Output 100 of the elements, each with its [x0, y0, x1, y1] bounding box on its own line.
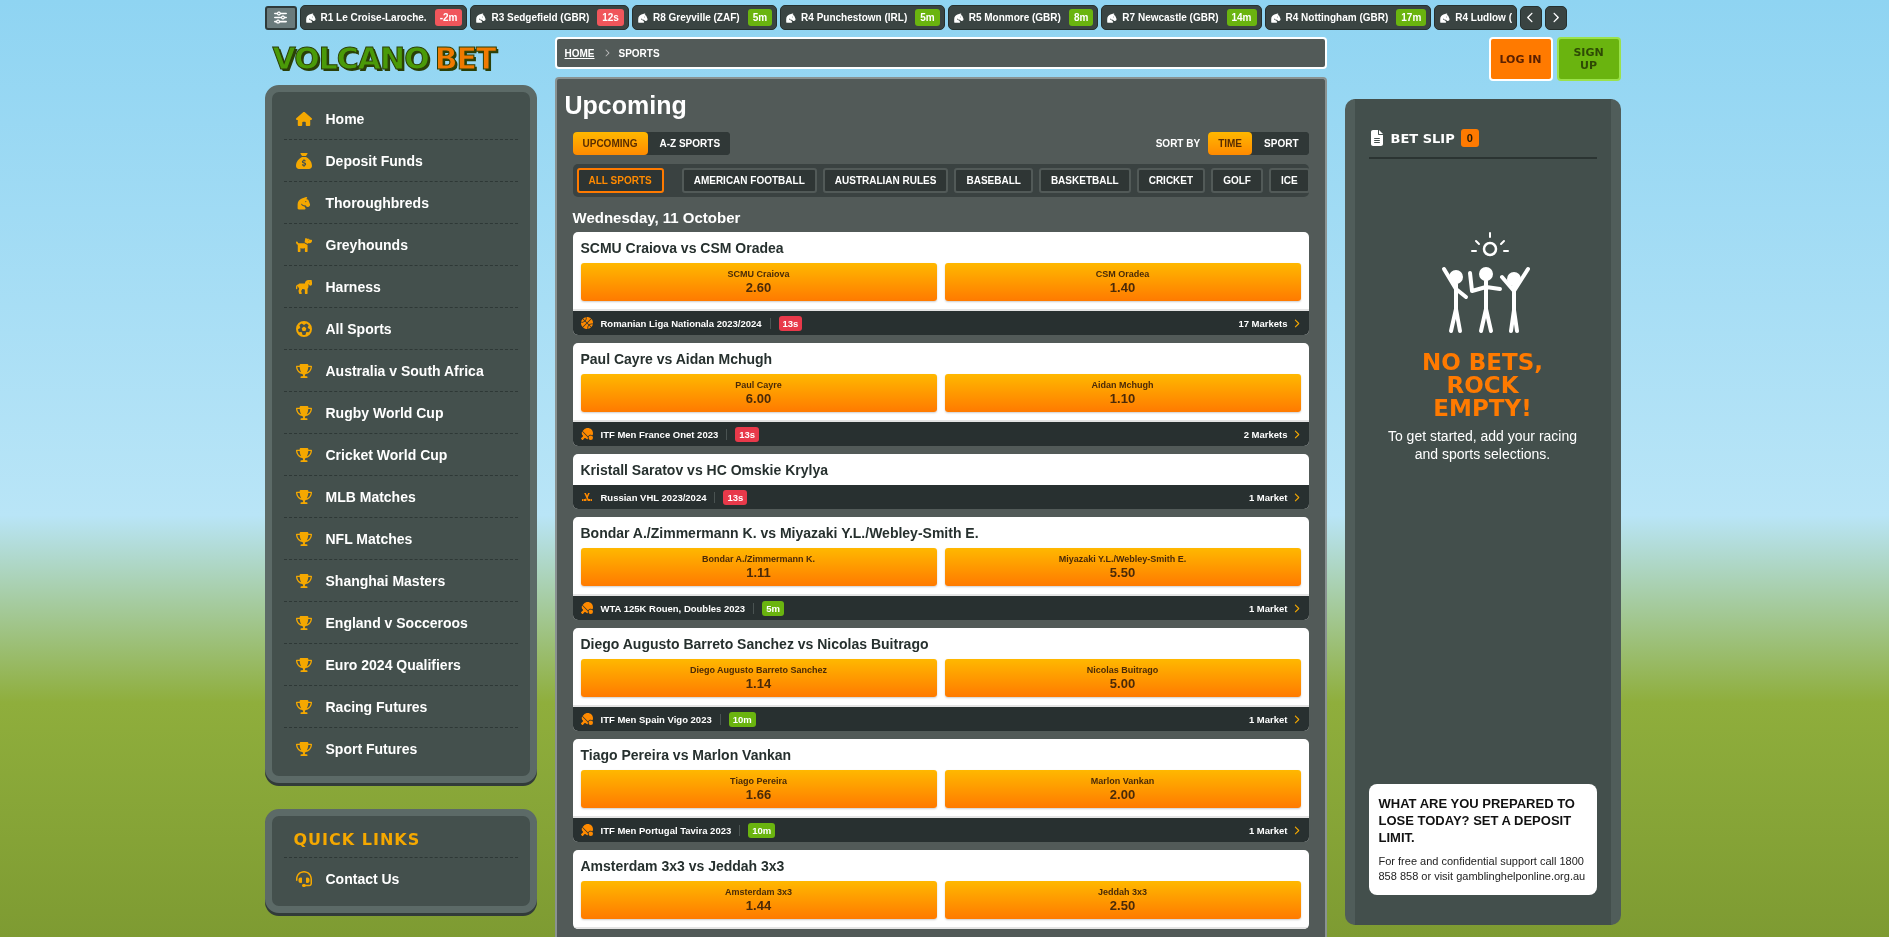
nav-item[interactable]: Sport Futures	[283, 728, 518, 770]
odds-button[interactable]: Aidan Mchugh 1.10	[944, 374, 1301, 412]
horse-head-icon	[952, 11, 965, 24]
login-button[interactable]: LOG IN	[1488, 37, 1553, 81]
nav-item[interactable]: Euro 2024 Qualifiers	[283, 644, 518, 686]
sport-filter-tab[interactable]: ALL SPORTS	[576, 168, 664, 193]
nav-item[interactable]: MLB Matches	[283, 476, 518, 518]
previous-button[interactable]	[1520, 5, 1542, 30]
horse-head-icon	[304, 11, 317, 24]
markets-link[interactable]: 1 Market	[1248, 713, 1301, 725]
race-name: R4 Punchestown (IRL)	[801, 12, 908, 23]
nav-item[interactable]: Racing Futures	[283, 686, 518, 728]
nav-item[interactable]: Shanghai Masters	[283, 560, 518, 602]
markets-link[interactable]: 17 Markets	[1238, 317, 1301, 329]
odds-button[interactable]: Diego Augusto Barreto Sanchez 1.14	[580, 659, 937, 697]
sport-filter-tab[interactable]: GOLF	[1211, 168, 1263, 193]
race-name: R8 Greyville (ZAF)	[652, 12, 740, 23]
race-item[interactable]: R4 Punchestown (IRL) 5m	[780, 5, 945, 30]
nav-item[interactable]: Home	[283, 98, 518, 140]
event-title[interactable]: Kristall Saratov vs HC Omskie Krylya	[572, 454, 1309, 485]
race-item[interactable]: R7 Newcastle (GBR) 14m	[1101, 5, 1262, 30]
nav-item[interactable]: All Sports	[283, 308, 518, 350]
breadcrumb-link[interactable]: HOME	[564, 47, 595, 59]
event-title[interactable]: Diego Augusto Barreto Sanchez vs Nicolas Buitrago	[572, 628, 1309, 659]
race-item[interactable]: R4 Ludlow (	[1434, 5, 1517, 30]
race-item[interactable]: R4 Nottingham (GBR) 17m	[1264, 5, 1432, 30]
dog-icon	[295, 236, 312, 253]
odds-button[interactable]: Marlon Vankan 2.00	[944, 770, 1301, 808]
next-button[interactable]	[1545, 5, 1567, 30]
nav-item[interactable]: Cricket World Cup	[283, 434, 518, 476]
event-title[interactable]: Bondar A./Zimmermann K. vs Miyazaki Y.L./Webley-Smith E.	[572, 517, 1309, 548]
race-name: R4 Ludlow (	[1455, 12, 1512, 23]
horse-icon	[295, 278, 312, 295]
trophy-icon	[295, 698, 312, 715]
race-name: R3 Sedgefield (GBR)	[491, 12, 590, 23]
race-countdown: 12s	[597, 9, 624, 26]
sport-filter-tab[interactable]: CRICKET	[1136, 168, 1206, 193]
racket-icon	[580, 428, 593, 440]
notice-title: WHAT ARE YOU PREPARED TO LOSE TODAY? SET A DEPOSIT LIMIT.	[1378, 795, 1576, 847]
league-name: ITF Men Spain Vigo 2023	[600, 713, 721, 725]
money-bag-icon	[295, 152, 312, 169]
odds-button[interactable]: Amsterdam 3x3 1.44	[580, 881, 937, 919]
nav-item[interactable]: Harness	[283, 266, 518, 308]
filter-button[interactable]	[264, 5, 297, 30]
odds-button[interactable]: Nicolas Buitrago 5.00	[944, 659, 1301, 697]
odds-button[interactable]: Miyazaki Y.L./Webley-Smith E. 5.50	[944, 548, 1301, 586]
sport-filter-tab[interactable]: ICE	[1268, 168, 1309, 193]
event-title[interactable]: SCMU Craiova vs CSM Oradea	[572, 232, 1309, 263]
race-item[interactable]: R8 Greyville (ZAF) 5m	[631, 5, 778, 30]
nav-item[interactable]: Rugby World Cup	[283, 392, 518, 434]
odds-button[interactable]: Tiago Pereira 1.66	[580, 770, 937, 808]
countdown-badge: 13s	[735, 426, 760, 442]
breadcrumb-text: SPORTS	[618, 47, 660, 59]
markets-link[interactable]: 1 Market	[1248, 602, 1301, 614]
markets-link[interactable]: 1 Market	[1248, 824, 1301, 836]
empty-title: NO BETS, ROCK EMPTY!	[1420, 351, 1544, 420]
nav-item[interactable]: Contact Us	[283, 858, 518, 900]
nav-item[interactable]: Deposit Funds	[283, 140, 518, 182]
nav-item[interactable]: NFL Matches	[283, 518, 518, 560]
sport-filter-tab[interactable]: BASEBALL	[954, 168, 1033, 193]
trophy-icon	[295, 656, 312, 673]
page-title: Upcoming	[564, 91, 688, 120]
nav-item[interactable]: Thoroughbreds	[283, 182, 518, 224]
sport-filter-tab[interactable]: AUSTRALIAN RULES	[822, 168, 949, 193]
event-title[interactable]: Amsterdam 3x3 vs Jeddah 3x3	[572, 850, 1309, 881]
race-item[interactable]: R1 Le Croise-Laroche. -2m	[299, 5, 468, 30]
sport-filter-tab[interactable]: BASKETBALL	[1038, 168, 1131, 193]
markets-link[interactable]: 2 Markets	[1243, 428, 1301, 440]
odds-button[interactable]: CSM Oradea 1.40	[944, 263, 1301, 301]
view-tab[interactable]: UPCOMING	[572, 132, 648, 155]
markets-link[interactable]: 1 Market	[1248, 491, 1301, 503]
odds-button[interactable]: SCMU Craiova 2.60	[580, 263, 937, 301]
trophy-icon	[295, 614, 312, 631]
horse-head-icon	[295, 194, 312, 211]
league-name: ITF Men France Onet 2023	[600, 428, 728, 440]
countdown-badge: 13s	[723, 489, 748, 505]
nav-item[interactable]: Greyhounds	[283, 224, 518, 266]
nav-item[interactable]: England v Socceroos	[283, 602, 518, 644]
event-title[interactable]: Tiago Pereira vs Marlon Vankan	[572, 739, 1309, 770]
race-item[interactable]: R3 Sedgefield (GBR) 12s	[470, 5, 629, 30]
notice-text: For free and confidential support call 1800 858 858 or visit gamblinghelponline.org.au	[1378, 854, 1587, 883]
race-name: R1 Le Croise-Laroche.	[320, 12, 427, 23]
nav-item[interactable]: Australia v South Africa	[283, 350, 518, 392]
horse-head-icon	[1269, 11, 1282, 24]
odds-button[interactable]: Paul Cayre 6.00	[580, 374, 937, 412]
house-icon	[295, 110, 312, 127]
countdown-badge: 5m	[762, 600, 784, 616]
event-title[interactable]: Paul Cayre vs Aidan Mchugh	[572, 343, 1309, 374]
horse-head-icon	[1106, 11, 1119, 24]
trophy-icon	[295, 404, 312, 421]
league-name: WTA 125K Rouen, Doubles 2023	[600, 602, 755, 614]
sort-option[interactable]: TIME	[1208, 132, 1253, 155]
trophy-icon	[295, 741, 312, 757]
odds-button[interactable]: Bondar A./Zimmermann K. 1.11	[580, 548, 937, 586]
signup-button[interactable]: SIGN UP	[1556, 37, 1621, 81]
race-item[interactable]: R5 Monmore (GBR) 8m	[947, 5, 1099, 30]
odds-button[interactable]: Jeddah 3x3 2.50	[944, 881, 1301, 919]
countdown-badge: 10m	[728, 711, 756, 727]
sort-label: SORT BY	[1155, 138, 1201, 149]
sport-filter-tab[interactable]: AMERICAN FOOTBALL	[681, 168, 817, 193]
